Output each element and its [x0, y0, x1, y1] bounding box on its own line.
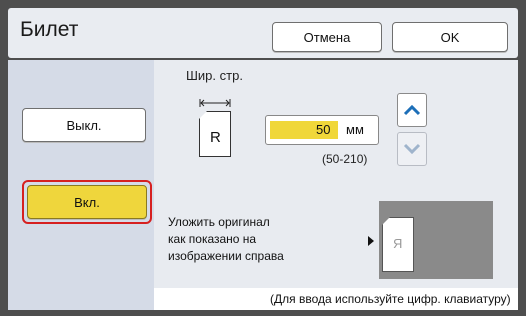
keypad-hint: (Для ввода используйте цифр. клавиатуру)	[270, 292, 511, 306]
placement-instruction: Уложить оригинал как показано на изображ…	[168, 214, 368, 265]
page-letter: R	[210, 129, 221, 146]
width-value: 50	[316, 122, 331, 137]
width-label: Шир. стр.	[186, 68, 243, 83]
width-range: (50-210)	[322, 152, 368, 166]
cancel-button[interactable]: Отмена	[272, 22, 382, 52]
chevron-up-icon	[403, 104, 421, 116]
increase-button[interactable]	[397, 93, 427, 127]
instruction-line-3: изображении справа	[168, 249, 284, 263]
width-arrow-icon	[199, 99, 231, 107]
chevron-down-icon	[403, 143, 421, 155]
preview-fold-icon	[382, 217, 390, 225]
on-button[interactable]: Вкл.	[27, 185, 147, 219]
width-input[interactable]: 50 мм	[265, 115, 379, 145]
pointer-arrow-icon	[368, 236, 374, 246]
instruction-line-1: Уложить оригинал	[168, 215, 270, 229]
dialog-title: Билет	[20, 18, 79, 41]
off-button[interactable]: Выкл.	[22, 108, 146, 142]
ticket-dialog: Билет Отмена OK Выкл. Вкл. Шир. стр. R 5…	[0, 0, 526, 316]
decrease-button[interactable]	[397, 132, 427, 166]
width-unit: мм	[346, 122, 364, 137]
preview-letter: Я	[393, 236, 403, 251]
page-fold-icon	[199, 111, 207, 119]
instruction-line-2: как показано на	[168, 232, 257, 246]
preview-page: Я	[382, 217, 414, 272]
page-width-illustration: R	[199, 111, 231, 157]
ok-button[interactable]: OK	[392, 22, 508, 52]
